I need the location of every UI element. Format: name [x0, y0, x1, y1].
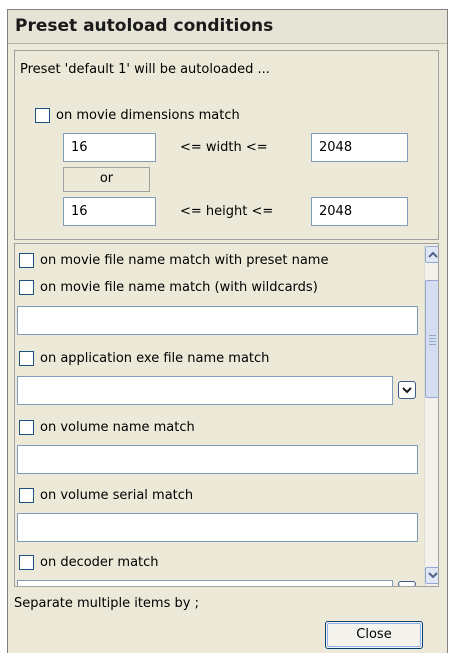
- conditions-scroll-panel[interactable]: on movie file name match with preset nam…: [14, 243, 439, 587]
- app-exe-checkbox[interactable]: [19, 351, 34, 366]
- volume-serial-label: on volume serial match: [40, 488, 194, 503]
- volume-serial-checkbox[interactable]: [19, 488, 34, 503]
- thumb-grip-line: [429, 344, 436, 345]
- file-name-wildcards-field[interactable]: [17, 306, 418, 335]
- title-bar[interactable]: Preset autoload conditions: [8, 10, 447, 44]
- app-exe-field[interactable]: [17, 376, 393, 405]
- height-max-field[interactable]: 2048: [311, 197, 408, 226]
- thumb-grip-line: [429, 341, 436, 342]
- volume-serial-field[interactable]: [17, 513, 418, 542]
- vertical-scrollbar[interactable]: [424, 245, 438, 586]
- decoder-label: on decoder match: [40, 555, 159, 570]
- dimensions-group: Preset 'default 1' will be autoloaded ..…: [14, 50, 439, 240]
- height-min-field[interactable]: 16: [63, 197, 156, 226]
- decoder-dropdown-button[interactable]: [398, 581, 416, 586]
- scroll-up-arrow-icon: [428, 251, 438, 258]
- width-min-field[interactable]: 16: [63, 133, 156, 162]
- dialog-title: Preset autoload conditions: [15, 16, 274, 36]
- chevron-down-icon: [402, 387, 412, 394]
- volume-name-checkbox[interactable]: [19, 420, 34, 435]
- file-name-wildcards-checkbox[interactable]: [19, 280, 34, 295]
- dialog-frame: Preset autoload conditions Preset 'defau…: [7, 9, 448, 653]
- file-name-wildcards-label: on movie file name match (with wildcards…: [40, 280, 318, 295]
- dimensions-checkbox[interactable]: [35, 108, 50, 123]
- width-max-field[interactable]: 2048: [311, 133, 408, 162]
- dialog-window: Preset autoload conditions Preset 'defau…: [0, 0, 452, 653]
- file-name-preset-label: on movie file name match with preset nam…: [40, 253, 329, 268]
- separator-hint: Separate multiple items by ;: [14, 596, 199, 611]
- close-button-label: Close: [356, 627, 392, 642]
- height-range-label: <= height <=: [180, 204, 274, 219]
- intro-text: Preset 'default 1' will be autoloaded ..…: [20, 62, 270, 77]
- thumb-grip-line: [429, 335, 436, 336]
- close-button[interactable]: Close: [325, 621, 423, 649]
- volume-name-field[interactable]: [17, 445, 418, 474]
- scroll-down-arrow-icon: [428, 572, 438, 579]
- width-range-label: <= width <=: [180, 140, 268, 155]
- app-exe-label: on application exe file name match: [40, 351, 270, 366]
- file-name-preset-checkbox[interactable]: [19, 253, 34, 268]
- scroll-thumb[interactable]: [425, 280, 438, 398]
- thumb-grip-line: [429, 338, 436, 339]
- app-exe-dropdown-button[interactable]: [398, 381, 416, 399]
- or-separator: or: [63, 167, 150, 192]
- volume-name-label: on volume name match: [40, 420, 195, 435]
- scroll-down-button[interactable]: [425, 567, 438, 584]
- scroll-up-button[interactable]: [425, 246, 438, 263]
- dimensions-checkbox-label: on movie dimensions match: [56, 108, 240, 123]
- decoder-field[interactable]: [17, 580, 393, 586]
- decoder-checkbox[interactable]: [19, 555, 34, 570]
